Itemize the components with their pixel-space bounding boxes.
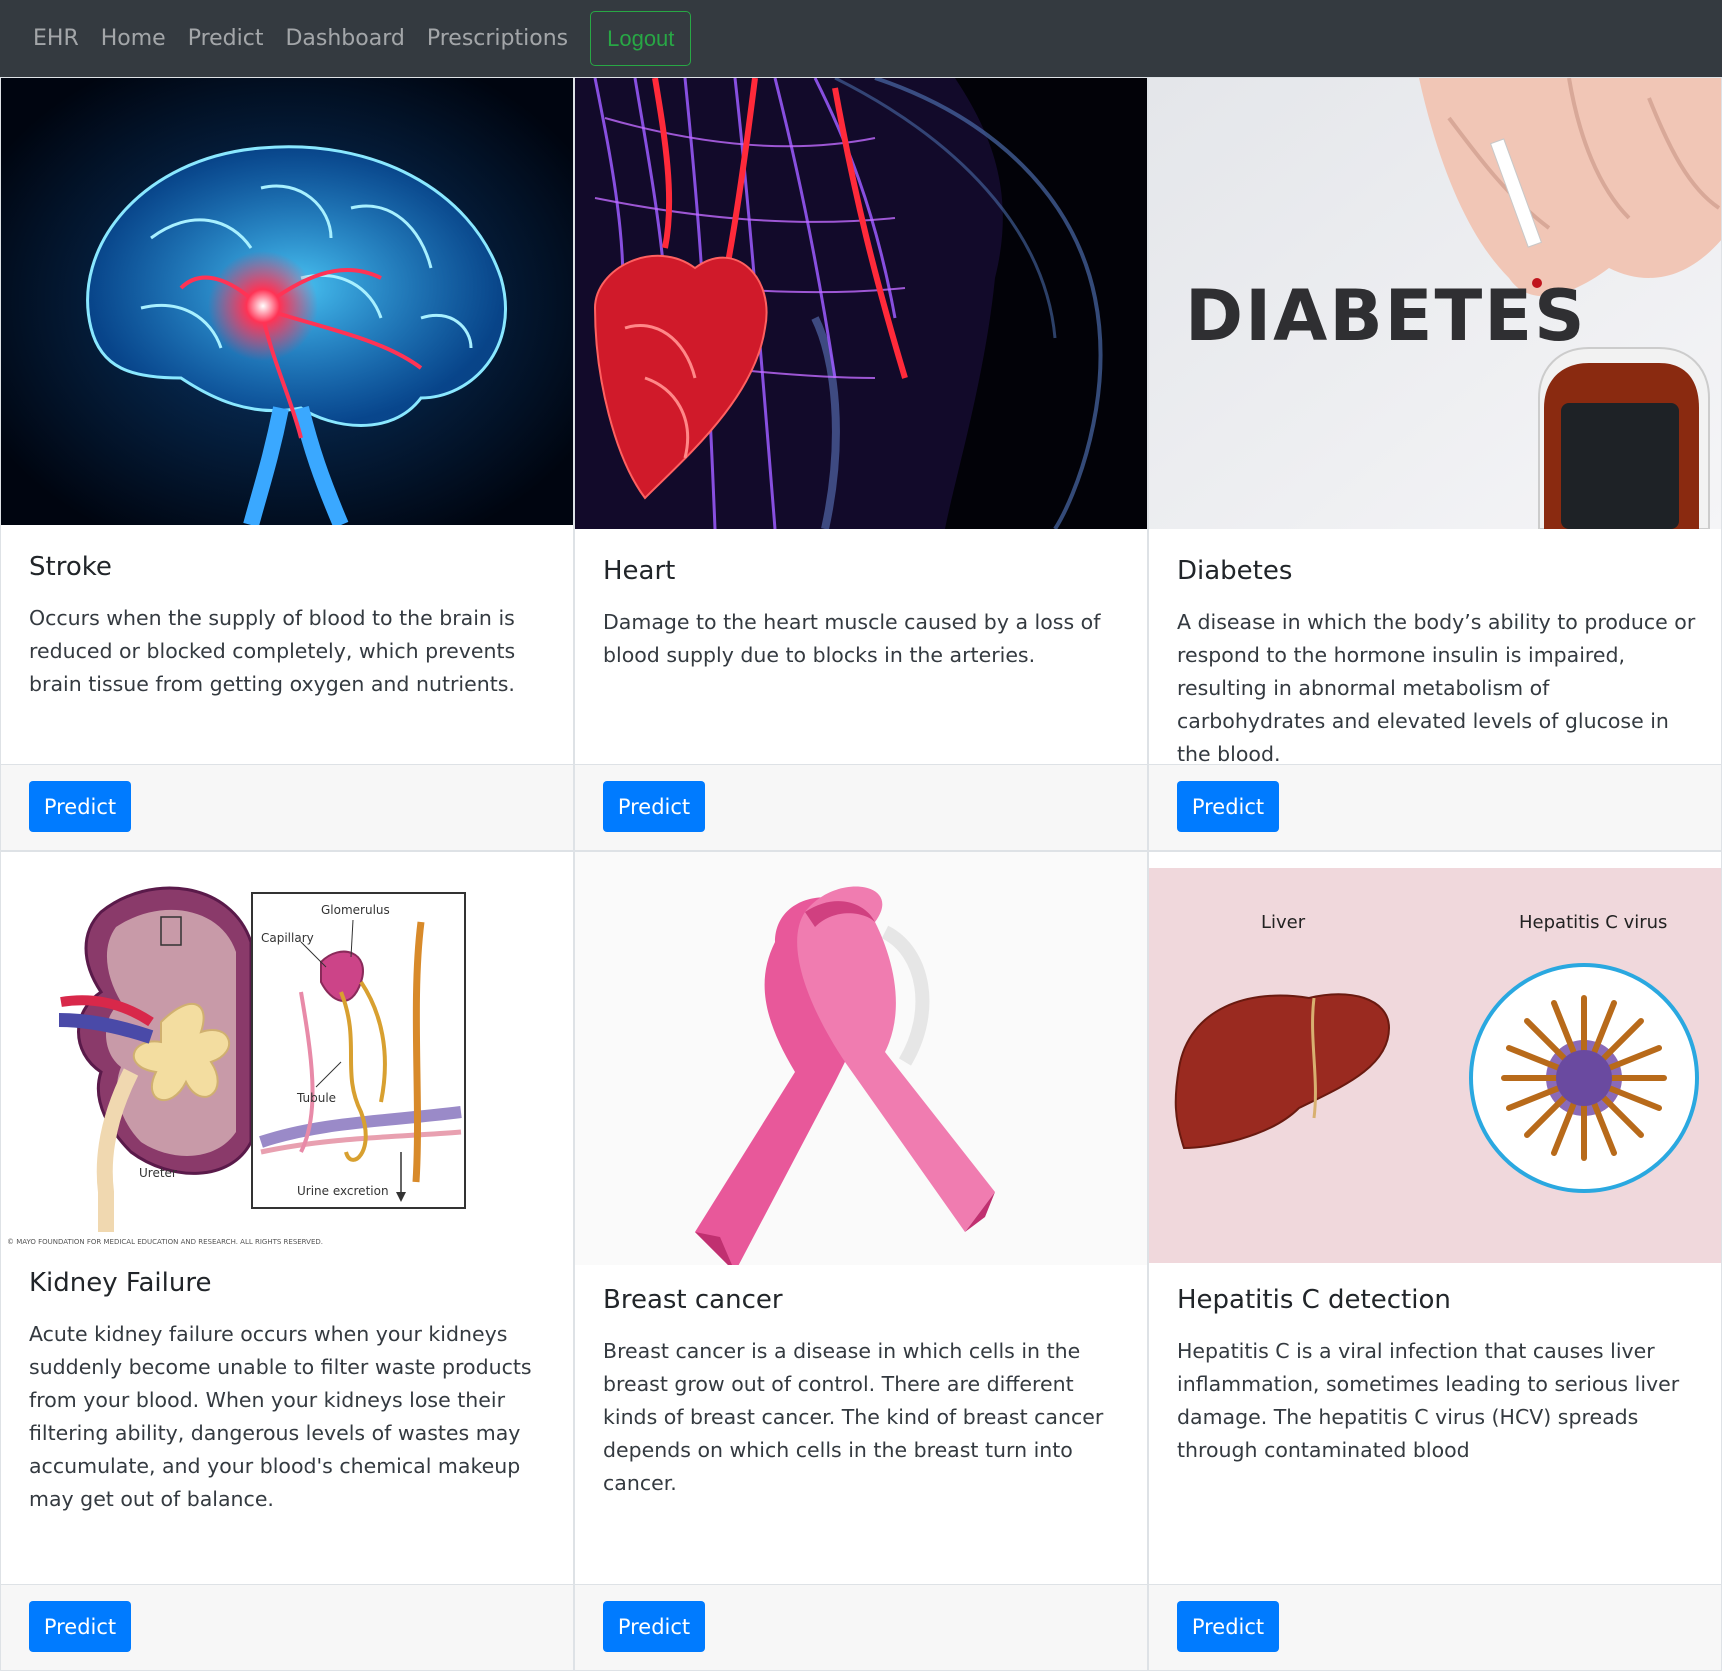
card-diabetes: DIABETES Diabetes A disease in which the… xyxy=(1148,77,1722,851)
card-footer: Predict xyxy=(1149,1584,1721,1670)
kidney-diagram: Glomerulus Capillary Tubule Ureter Urine… xyxy=(1,852,573,1247)
card-footer: Predict xyxy=(1,1584,573,1670)
diabetes-image-text: DIABETES xyxy=(1185,275,1586,357)
card-breast-cancer: Breast cancer Breast cancer is a disease… xyxy=(574,851,1148,1671)
predict-button-breast-cancer[interactable]: Predict xyxy=(603,1601,705,1652)
liver-label: Liver xyxy=(1261,912,1306,933)
predict-button-hepatitis-c[interactable]: Predict xyxy=(1177,1601,1279,1652)
navbar: EHR Home Predict Dashboard Prescriptions… xyxy=(0,0,1722,77)
card-text: Damage to the heart muscle caused by a l… xyxy=(603,610,1101,667)
capillary-label: Capillary xyxy=(261,931,314,945)
nav-link-dashboard[interactable]: Dashboard xyxy=(285,26,404,51)
card-footer: Predict xyxy=(1149,764,1721,850)
nav-link-home[interactable]: Home xyxy=(101,26,166,51)
ureter-label: Ureter xyxy=(139,1166,177,1180)
brain-illustration xyxy=(1,78,573,525)
heart-vascular-illustration xyxy=(575,78,1147,529)
card-text: A disease in which the body’s ability to… xyxy=(1177,610,1696,766)
predict-button-stroke[interactable]: Predict xyxy=(29,781,131,832)
liver-virus-illustration: Liver Hepatitis C virus xyxy=(1149,868,1721,1263)
predict-button-diabetes[interactable]: Predict xyxy=(1177,781,1279,832)
hepatitis-c-virus-label: Hepatitis C virus xyxy=(1519,912,1667,933)
card-text: Occurs when the supply of blood to the b… xyxy=(29,606,516,696)
predict-button-kidney[interactable]: Predict xyxy=(29,1601,131,1652)
card-text: Acute kidney failure occurs when your ki… xyxy=(29,1322,532,1511)
card-heart: Heart Damage to the heart muscle caused … xyxy=(574,77,1148,851)
predict-button-heart[interactable]: Predict xyxy=(603,781,705,832)
nav-link-predict[interactable]: Predict xyxy=(188,26,264,51)
urine-excretion-label: Urine excretion xyxy=(297,1184,389,1198)
navbar-brand[interactable]: EHR xyxy=(33,26,79,51)
card-title: Stroke xyxy=(29,552,112,582)
card-hepatitis-c: Liver Hepatitis C virus Hepatitis C dete… xyxy=(1148,851,1722,1671)
card-footer: Predict xyxy=(575,1584,1147,1670)
card-title: Breast cancer xyxy=(603,1285,783,1315)
card-footer: Predict xyxy=(575,764,1147,850)
pink-ribbon xyxy=(575,852,1147,1265)
diabetes-test-photo: DIABETES xyxy=(1149,78,1721,529)
card-title: Diabetes xyxy=(1177,556,1293,586)
card-title: Heart xyxy=(603,556,676,586)
card-kidney-failure: Glomerulus Capillary Tubule Ureter Urine… xyxy=(0,851,574,1671)
nav-link-prescriptions[interactable]: Prescriptions xyxy=(427,26,568,51)
card-text: Hepatitis C is a viral infection that ca… xyxy=(1177,1339,1680,1462)
card-title: Hepatitis C detection xyxy=(1177,1285,1451,1315)
card-stroke: Stroke Occurs when the supply of blood t… xyxy=(0,77,574,851)
copyright-text: © MAYO FOUNDATION FOR MEDICAL EDUCATION … xyxy=(7,1238,323,1246)
card-text: Breast cancer is a disease in which cell… xyxy=(603,1339,1104,1495)
logout-button[interactable]: Logout xyxy=(590,11,692,66)
card-footer: Predict xyxy=(1,764,573,850)
card-title: Kidney Failure xyxy=(29,1268,212,1298)
tubule-label: Tubule xyxy=(296,1091,336,1105)
glomerulus-label: Glomerulus xyxy=(321,903,390,917)
